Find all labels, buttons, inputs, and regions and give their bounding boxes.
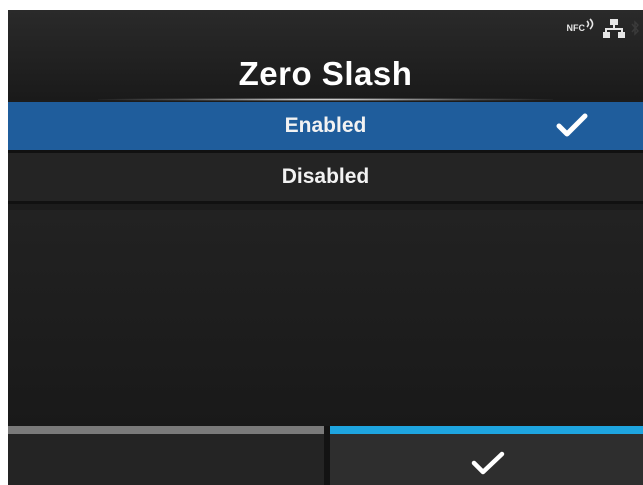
option-disabled[interactable]: Disabled: [8, 153, 643, 204]
nfc-icon: NFC: [567, 18, 598, 38]
option-label: Disabled: [281, 165, 370, 188]
empty-list-area: [8, 210, 643, 426]
page-title: Zero Slash: [238, 55, 413, 92]
back-button[interactable]: [8, 426, 324, 485]
check-icon: [556, 112, 588, 144]
bluetooth-icon: [631, 18, 639, 38]
network-icon: [603, 18, 625, 38]
option-enabled[interactable]: Enabled: [8, 102, 643, 153]
status-bar: NFC: [567, 18, 639, 38]
option-list: Enabled Disabled: [8, 102, 643, 204]
option-label: Enabled: [284, 114, 367, 137]
header: NFC Zero Slash: [8, 10, 643, 100]
check-icon: [471, 450, 505, 481]
header-divider: [98, 98, 553, 101]
nfc-label: NFC: [566, 23, 586, 33]
printer-screen: NFC Zero Slash Enabled Disabled: [8, 10, 643, 485]
confirm-button[interactable]: [330, 426, 643, 485]
footer: [8, 426, 643, 485]
